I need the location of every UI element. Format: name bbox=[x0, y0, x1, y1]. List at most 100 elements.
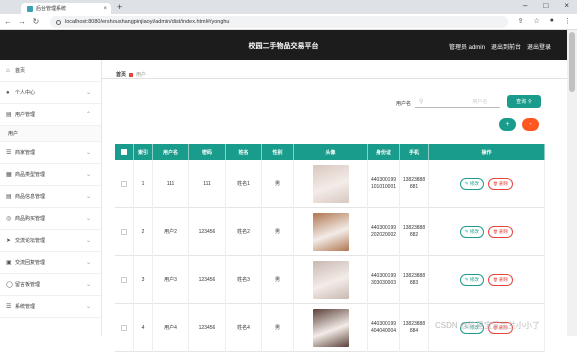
cell-gender: 男 bbox=[262, 303, 294, 352]
chevron-down-icon: ⌄ bbox=[85, 216, 91, 222]
add-button-label: + bbox=[505, 121, 510, 128]
user-info: 管理员 admin 退出到前台 退出登录 bbox=[449, 42, 551, 51]
close-tab-icon[interactable]: × bbox=[103, 6, 107, 12]
back-icon[interactable]: ← bbox=[2, 17, 14, 26]
sidebar-item-label: 商品信息管理 bbox=[15, 194, 46, 200]
sidebar-item-label: 个人中心 bbox=[15, 90, 36, 96]
maximize-icon[interactable]: □ bbox=[543, 1, 548, 10]
sidebar-item-label: 商家管理 bbox=[15, 150, 36, 156]
sidebar-item-8[interactable]: ➤ 交流论坛管理 ⌄ bbox=[0, 230, 101, 252]
cell-gender: 男 bbox=[262, 159, 294, 208]
reload-icon[interactable]: ↻ bbox=[30, 17, 42, 26]
url-text: localhost:8080/ershoushangpinjiaoyi/admi… bbox=[65, 19, 230, 25]
query-button[interactable]: 查询 ⚲ bbox=[507, 95, 541, 108]
sidebar-item-label: 交流回复管理 bbox=[15, 260, 46, 266]
sidebar-item-11[interactable]: ☰ 系统管理 ⌄ bbox=[0, 296, 101, 318]
share-icon[interactable]: ⇪ bbox=[518, 17, 524, 25]
chevron-down-icon: ⌄ bbox=[85, 260, 91, 266]
forward-icon[interactable]: → bbox=[16, 17, 28, 26]
cell-idcard: 440300199202020002 bbox=[368, 207, 400, 256]
menu-icon[interactable]: ⋮ bbox=[564, 17, 571, 25]
sidebar: ⌂ 首页 ● 个人中心 ⌄ ▤ 用户管理 ⌃ 用户 ☰ 商家管理 ⌄ ▦ 商品类型管理 ⌄ ▤ 商品信息管理 ⌄ ◎… bbox=[0, 60, 102, 336]
sidebar-item-0[interactable]: ⌂ 首页 bbox=[0, 60, 101, 82]
minimize-icon[interactable]: – bbox=[523, 1, 527, 10]
column-header: 操作 bbox=[429, 144, 545, 160]
logout-link[interactable]: 退出登录 bbox=[527, 42, 551, 51]
add-button[interactable]: + bbox=[499, 118, 516, 131]
cell-actions: ✎ 修改 🗑 删除 bbox=[429, 255, 545, 304]
delete-button[interactable]: 🗑 删除 bbox=[487, 177, 514, 190]
cell-phone: 13823888884 bbox=[400, 303, 429, 352]
cell-gender: 男 bbox=[262, 207, 294, 256]
cell-avatar bbox=[294, 255, 368, 304]
divider bbox=[102, 78, 567, 79]
chevron-up-icon: ⌃ bbox=[85, 112, 91, 118]
breadcrumb-current: 用户 bbox=[136, 72, 147, 78]
url-field[interactable]: localhost:8080/ershoushangpinjiaoyi/admi… bbox=[50, 16, 508, 28]
column-header: 姓名 bbox=[226, 144, 262, 160]
sidebar-item-4[interactable]: ☰ 商家管理 ⌄ bbox=[0, 142, 101, 164]
breadcrumb: 首页 用户 bbox=[116, 71, 146, 78]
table-header: 索引 用户名 密码 姓名 性别 头像 身份证 手机 操作 bbox=[115, 144, 545, 160]
sidebar-item-label: 用户 bbox=[8, 131, 19, 137]
cell-name: 姓名2 bbox=[226, 207, 262, 256]
app-header: 校园二手物品交易平台 管理员 admin 退出到前台 退出登录 bbox=[0, 30, 567, 60]
chevron-down-icon: ⌄ bbox=[85, 194, 91, 200]
sidebar-item-label: 留言板管理 bbox=[15, 282, 41, 288]
row-checkbox[interactable] bbox=[121, 324, 127, 331]
cell-username: 用户3 bbox=[153, 255, 189, 304]
scrollbar-thumb[interactable] bbox=[569, 32, 575, 92]
sidebar-item-1[interactable]: ● 个人中心 ⌄ bbox=[0, 82, 101, 104]
edit-label: 修改 bbox=[469, 228, 479, 234]
profile-icon[interactable]: ● bbox=[550, 17, 554, 25]
back-to-front-link[interactable]: 退出到前台 bbox=[491, 42, 521, 51]
sidebar-item-2[interactable]: ▤ 用户管理 ⌃ bbox=[0, 104, 101, 126]
row-checkbox[interactable] bbox=[121, 276, 127, 283]
page-scrollbar[interactable] bbox=[567, 30, 577, 336]
sidebar-item-5[interactable]: ▦ 商品类型管理 ⌄ bbox=[0, 164, 101, 186]
edit-button[interactable]: ✎ 修改 bbox=[459, 177, 484, 190]
cell-index: 2 bbox=[134, 207, 153, 256]
sidebar-item-9[interactable]: ▣ 交流回复管理 ⌄ bbox=[0, 252, 101, 274]
address-bar-row: ← → ↻ localhost:8080/ershoushangpinjiaoy… bbox=[0, 14, 577, 30]
user-label: 管理员 admin bbox=[448, 45, 485, 51]
breadcrumb-separator-icon bbox=[129, 72, 134, 77]
sidebar-item-10[interactable]: ◯ 留言板管理 ⌄ bbox=[0, 274, 101, 296]
delete-button[interactable]: 🗑 删除 bbox=[487, 273, 514, 286]
new-tab-button[interactable]: + bbox=[117, 2, 122, 12]
site-info-icon[interactable] bbox=[56, 19, 61, 25]
delete-button[interactable]: 🗑 删除 bbox=[487, 225, 514, 238]
select-all-checkbox[interactable] bbox=[121, 149, 127, 155]
edit-button[interactable]: ✎ 修改 bbox=[459, 225, 484, 238]
edit-button[interactable]: ✎ 修改 bbox=[459, 273, 484, 286]
breadcrumb-home[interactable]: 首页 bbox=[116, 71, 126, 78]
chevron-down-icon: ⌄ bbox=[85, 282, 91, 288]
sidebar-item-6[interactable]: ▤ 商品信息管理 ⌄ bbox=[0, 186, 101, 208]
settings-icon: ☰ bbox=[6, 304, 12, 310]
sidebar-subitem-user[interactable]: 用户 bbox=[0, 126, 101, 142]
star-icon[interactable]: ☆ bbox=[533, 17, 539, 25]
sidebar-item-label: 商品购买管理 bbox=[15, 216, 46, 222]
cart-icon: ◎ bbox=[6, 216, 12, 222]
table-row: 2 用户2 123456 姓名2 男 440300199202020002 13823888… bbox=[115, 207, 545, 256]
search-icon: ⚲ bbox=[528, 98, 532, 105]
cell-phone: 13823888882 bbox=[400, 207, 429, 256]
column-header[interactable] bbox=[115, 144, 134, 160]
search-box: ⚲ bbox=[415, 96, 500, 108]
browser-tab[interactable]: 后台管理系统 × bbox=[21, 3, 111, 14]
cell-password: 123456 bbox=[189, 207, 226, 256]
browser-tab-bar: 后台管理系统 × + – □ × bbox=[0, 0, 577, 14]
cell-avatar bbox=[294, 159, 368, 208]
search-input[interactable] bbox=[427, 98, 488, 105]
cell-idcard: 440300199303030003 bbox=[368, 255, 400, 304]
main-content: 首页 用户 用户名 ⚲ 查询 ⚲ + - 索引用户名密码姓名性别头像身份证手机操… bbox=[102, 60, 567, 352]
cell-name: 姓名4 bbox=[226, 303, 262, 352]
batch-delete-button[interactable]: - bbox=[522, 118, 539, 131]
sidebar-item-7[interactable]: ◎ 商品购买管理 ⌄ bbox=[0, 208, 101, 230]
row-checkbox[interactable] bbox=[121, 180, 127, 187]
cell-idcard: 440300199101010001 bbox=[368, 159, 400, 208]
column-header: 身份证 bbox=[368, 144, 400, 160]
close-window-icon[interactable]: × bbox=[564, 1, 569, 10]
row-checkbox[interactable] bbox=[121, 228, 127, 235]
edit-label: 修改 bbox=[469, 276, 479, 282]
